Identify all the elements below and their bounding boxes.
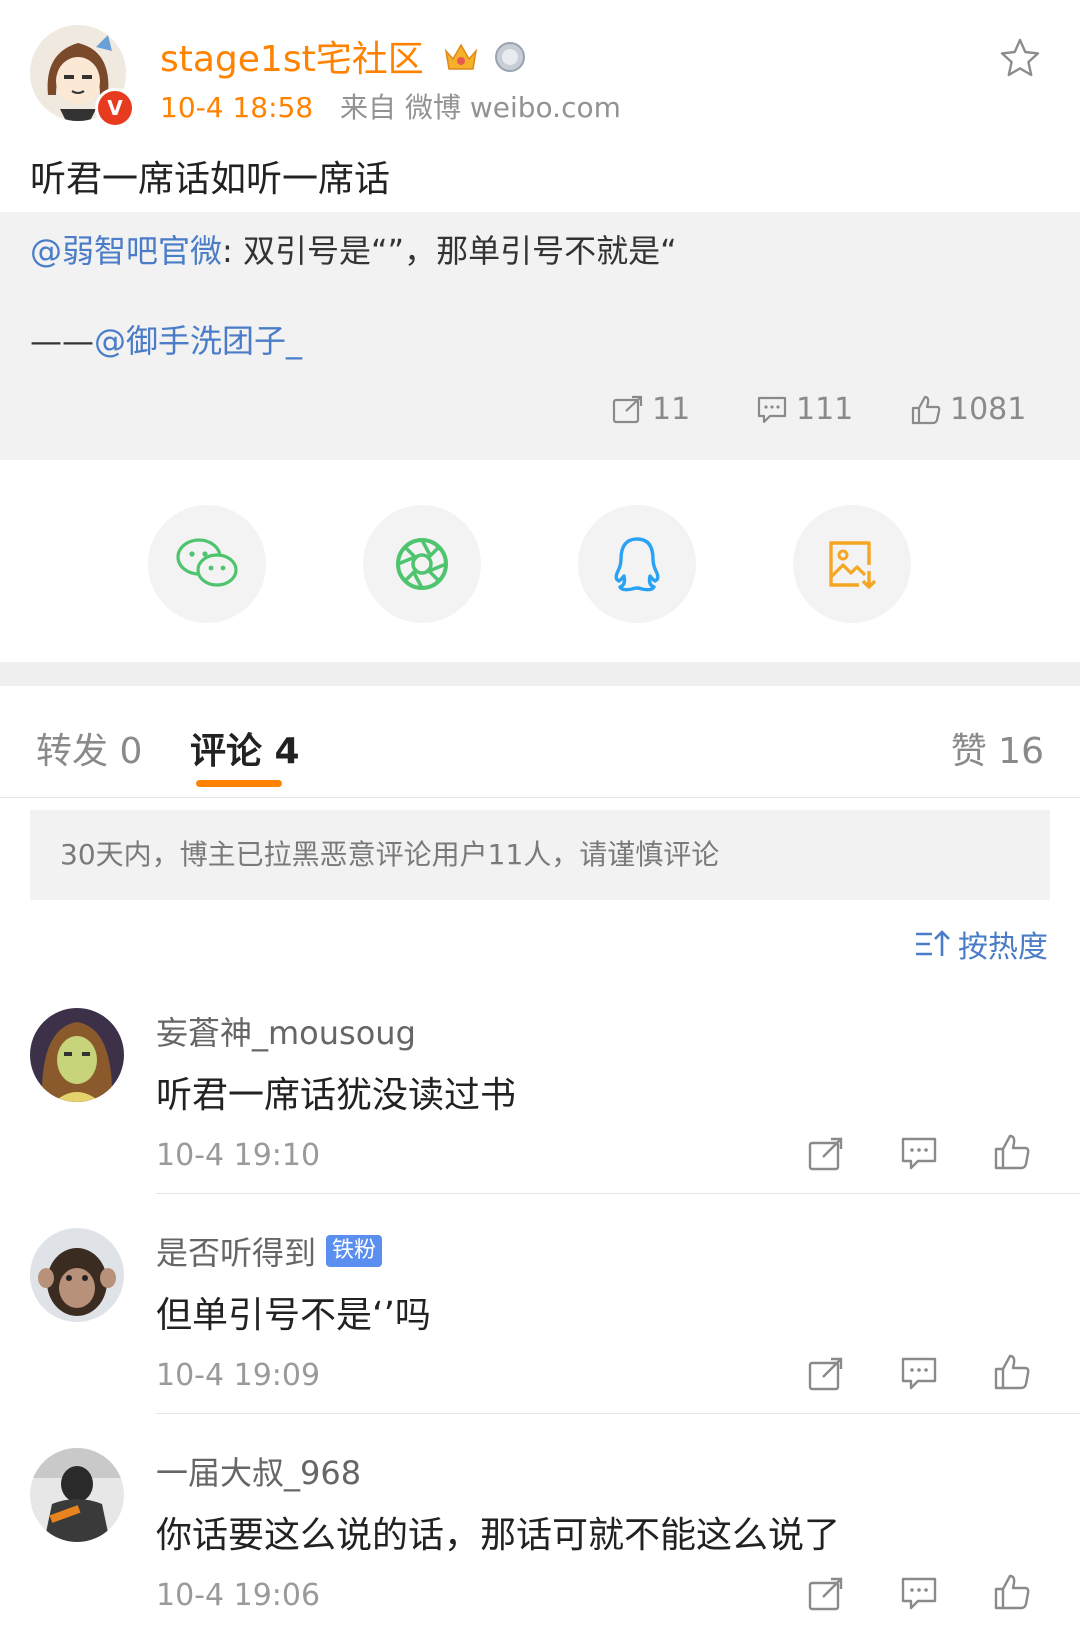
quoted-like-stat[interactable]: 1081 — [910, 392, 1026, 427]
like-count: 1081 — [950, 392, 1027, 427]
medal-icon — [493, 40, 527, 83]
comment-like-icon[interactable] — [990, 1350, 1034, 1394]
share-moments-button[interactable] — [363, 505, 481, 623]
comment-username[interactable]: 妄蒼神_mousoug — [156, 1008, 416, 1054]
quoted-text-line: @弱智吧官微: 双引号是“”，那单引号不就是“ — [30, 226, 677, 272]
save-image-icon — [829, 541, 877, 589]
quoted-mention[interactable]: @弱智吧官微 — [30, 232, 222, 270]
comment-reply-icon[interactable] — [897, 1132, 941, 1176]
active-tab-indicator — [196, 780, 282, 787]
comment-time: 10-4 19:06 — [156, 1578, 321, 1613]
quoted-post[interactable]: @弱智吧官微: 双引号是“”，那单引号不就是“ ——@御手洗团子_ 11 111… — [0, 212, 1080, 460]
comment-divider — [156, 1193, 1080, 1194]
comment-time: 10-4 19:10 — [156, 1138, 321, 1173]
share-wechat-button[interactable] — [148, 505, 266, 623]
comment-repost-icon[interactable] — [804, 1132, 848, 1176]
comment-icon — [757, 396, 787, 423]
crown-icon — [443, 41, 479, 82]
comment-username-text[interactable]: 妄蒼神_mousoug — [156, 1008, 416, 1054]
repost-icon — [612, 395, 643, 423]
tab-divider — [0, 797, 1080, 798]
repost-count: 11 — [652, 392, 691, 427]
quoted-credit-prefix: —— — [30, 322, 94, 360]
share-qq-button[interactable] — [578, 505, 696, 623]
quoted-repost-stat[interactable]: 11 — [612, 392, 690, 427]
verified-badge: V — [95, 88, 135, 128]
post-time: 10-4 18:58 — [160, 91, 314, 124]
comment-repost-icon[interactable] — [804, 1572, 848, 1616]
favorite-star-icon[interactable] — [998, 36, 1042, 80]
comment-like-icon[interactable] — [990, 1570, 1034, 1614]
comment-username[interactable]: 一届大叔_968 — [156, 1448, 361, 1494]
sort-icon — [916, 930, 950, 956]
comment-repost-icon[interactable] — [804, 1352, 848, 1396]
iron-fan-badge: 铁粉 — [326, 1235, 383, 1267]
comment-reply-icon[interactable] — [897, 1352, 941, 1396]
tab-reposts[interactable]: 转发 0 — [36, 722, 142, 774]
comment-reply-icon[interactable] — [897, 1572, 941, 1616]
comment-username-text[interactable]: 一届大叔_968 — [156, 1448, 361, 1494]
section-divider — [0, 662, 1080, 686]
qq-icon — [614, 537, 660, 592]
commenter-avatar[interactable] — [30, 1448, 124, 1542]
commenter-avatar[interactable] — [30, 1228, 124, 1322]
like-icon — [911, 395, 941, 424]
comment-divider — [156, 1413, 1080, 1414]
comment-text: 你话要这么说的话，那话可就不能这么说了 — [156, 1515, 841, 1556]
quoted-text: : 双引号是“”，那单引号不就是“ — [222, 232, 677, 270]
comment-text: 但单引号不是‘’吗 — [156, 1295, 431, 1336]
sort-label: 按热度 — [958, 930, 1048, 965]
commenter-avatar-image — [30, 1008, 124, 1102]
quoted-credit-line: ——@御手洗团子_ — [30, 316, 302, 362]
author-name[interactable]: stage1st宅社区 — [160, 30, 527, 83]
commenter-avatar-image — [30, 1228, 124, 1322]
moments-icon — [396, 538, 448, 590]
author-name-text[interactable]: stage1st宅社区 — [160, 39, 424, 80]
post-text: 听君一席话如听一席话 — [30, 159, 391, 200]
comment-count: 111 — [796, 392, 854, 427]
save-image-button[interactable] — [793, 505, 911, 623]
commenter-avatar[interactable] — [30, 1008, 124, 1102]
comment-username[interactable]: 是否听得到 铁粉 — [156, 1228, 383, 1274]
comment-time: 10-4 19:09 — [156, 1358, 321, 1393]
quoted-credit-mention[interactable]: @御手洗团子_ — [94, 322, 302, 360]
tab-comments[interactable]: 评论 4 — [190, 722, 300, 774]
comment-like-icon[interactable] — [990, 1130, 1034, 1174]
comment-username-text[interactable]: 是否听得到 — [156, 1228, 316, 1274]
comment-text: 听君一席话犹没读过书 — [156, 1075, 517, 1116]
tab-likes[interactable]: 赞 16 — [951, 722, 1044, 774]
sort-by-hot-button[interactable]: 按热度 — [914, 922, 1048, 966]
quoted-comment-stat[interactable]: 111 — [756, 392, 853, 427]
comment-notice: 30天内，博主已拉黑恶意评论用户11人，请谨慎评论 — [30, 810, 1050, 900]
wechat-icon — [176, 538, 238, 587]
post-meta: 10-4 18:58 来自 微博 weibo.com — [160, 86, 621, 126]
post-source: 来自 微博 weibo.com — [340, 91, 621, 124]
commenter-avatar-image — [30, 1448, 124, 1542]
